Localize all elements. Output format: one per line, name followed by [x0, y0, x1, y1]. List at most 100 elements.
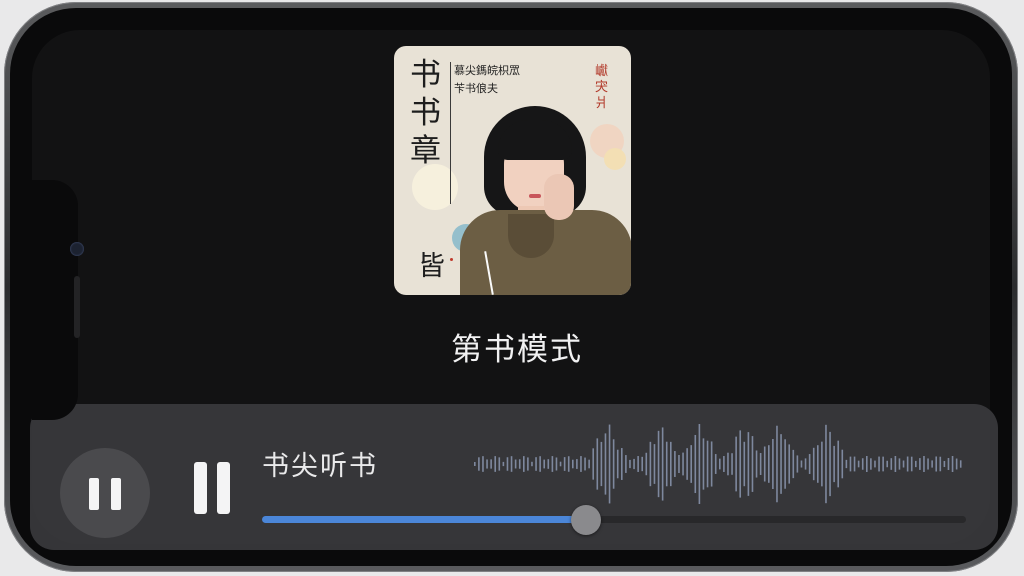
- pause-button[interactable]: [190, 452, 238, 522]
- waveform-bar: [898, 458, 901, 470]
- waveform-bar: [616, 449, 619, 479]
- waveform-bar: [808, 454, 811, 474]
- waveform-bar: [735, 436, 737, 492]
- notch: [32, 180, 78, 420]
- waveform-bar: [747, 432, 750, 496]
- waveform-bar: [494, 456, 497, 472]
- waveform-bar: [739, 430, 742, 498]
- waveform-bar: [547, 459, 550, 469]
- waveform-bar: [768, 445, 770, 483]
- waveform-bar: [670, 441, 672, 487]
- waveform-bar: [788, 444, 791, 484]
- waveform-bar: [674, 451, 676, 477]
- waveform-bar: [518, 459, 521, 469]
- waveform-bar: [890, 458, 893, 470]
- pause-icon-bar-right: [111, 478, 121, 510]
- waveform-bar: [923, 456, 925, 472]
- waveform-bar: [915, 460, 917, 468]
- waveform-bar: [604, 433, 607, 495]
- waveform-bar: [478, 457, 480, 471]
- progress-track[interactable]: [262, 505, 966, 535]
- waveform-bar: [955, 458, 958, 470]
- waveform-bar: [661, 427, 664, 501]
- waveform-bar: [931, 460, 933, 468]
- waveform-bar: [584, 457, 586, 471]
- waveform-bar: [678, 455, 680, 473]
- player-app-label: 书尖听书: [262, 451, 378, 482]
- waveform-bar: [580, 456, 582, 472]
- waveform-bar: [845, 459, 848, 469]
- waveform-bar: [878, 456, 880, 472]
- waveform-bar: [821, 441, 823, 487]
- waveform-bar: [943, 460, 946, 468]
- waveform-bar: [727, 452, 729, 476]
- waveform-bar: [829, 431, 831, 497]
- cover-subtitle: 慕尖鎷皖枳罛 苄书俍夫: [454, 62, 520, 98]
- progress-knob[interactable]: [570, 505, 601, 535]
- waveform-bar: [510, 456, 513, 472]
- waveform-bar: [682, 452, 684, 476]
- waveform-bar: [910, 456, 913, 472]
- waveform-bar: [555, 457, 558, 471]
- earpiece-speaker: [74, 276, 80, 338]
- waveform-bar: [886, 460, 889, 468]
- waveform-bar: [686, 448, 688, 480]
- waveform-bar: [710, 441, 713, 487]
- cover-decoration: [604, 148, 626, 170]
- pause-icon-bar-right: [217, 462, 230, 514]
- waveform-bar: [653, 444, 656, 484]
- cover-illustration-lips: [529, 194, 541, 198]
- waveform-bar: [763, 446, 766, 482]
- waveform-bar: [902, 460, 905, 468]
- waveform-bar: [645, 452, 648, 476]
- pause-icon-bar-left: [89, 478, 99, 510]
- album-cover[interactable]: 书书章 慕尖鎷皖枳罛 苄书俍夫 巘宊爿 皆: [394, 46, 631, 295]
- cover-subtitle-line: 慕尖鎷皖枳罛: [454, 64, 520, 77]
- waveform-bar: [861, 458, 864, 470]
- pause-icon-bar-left: [194, 462, 207, 514]
- waveform-bar: [474, 462, 476, 466]
- waveform-bar: [702, 438, 705, 490]
- waveform-bar: [849, 456, 852, 472]
- waveform-bar: [621, 448, 623, 480]
- cover-seal: 皆: [418, 251, 445, 282]
- waveform-bar: [796, 455, 799, 473]
- waveform-bar: [772, 439, 774, 489]
- progress-fill: [262, 516, 586, 523]
- waveform-bar: [919, 458, 921, 470]
- waveform-bar: [833, 445, 835, 483]
- waveform-bar: [633, 458, 635, 470]
- waveform-bar: [825, 424, 827, 504]
- waveform-bar: [690, 445, 693, 483]
- waveform-bar: [588, 459, 590, 469]
- waveform-bar: [572, 459, 574, 469]
- waveform-bar: [531, 461, 533, 467]
- cover-illustration-bangs: [498, 120, 572, 160]
- waveform-bar: [543, 459, 546, 469]
- waveform-bar: [535, 457, 537, 471]
- waveform-bar: [592, 448, 595, 480]
- waveform-bar: [792, 449, 795, 479]
- waveform-bar: [882, 456, 884, 472]
- waveform-bar: [951, 456, 954, 472]
- waveform-bar: [559, 461, 562, 467]
- waveform-bar: [539, 456, 541, 472]
- cover-red-dot: [450, 258, 453, 261]
- waveform-bar: [714, 454, 717, 474]
- waveform-bar: [502, 461, 505, 467]
- waveform-bar: [486, 459, 488, 469]
- waveform-bar: [870, 458, 872, 470]
- waveform-bar: [551, 456, 554, 472]
- waveform-bar: [857, 460, 860, 468]
- waveform-bar: [698, 424, 701, 504]
- waveform-bar: [780, 434, 782, 494]
- waveform-bar: [608, 424, 611, 504]
- waveform-bar: [759, 453, 762, 475]
- waveform-bar: [853, 456, 856, 472]
- cover-decoration: [412, 164, 458, 210]
- cover-corner-text: 巘宊爿: [595, 64, 609, 111]
- waveform-bar: [600, 441, 603, 487]
- waveform-bar: [665, 441, 668, 487]
- play-pause-button[interactable]: [60, 448, 150, 538]
- waveform-bar: [612, 439, 615, 489]
